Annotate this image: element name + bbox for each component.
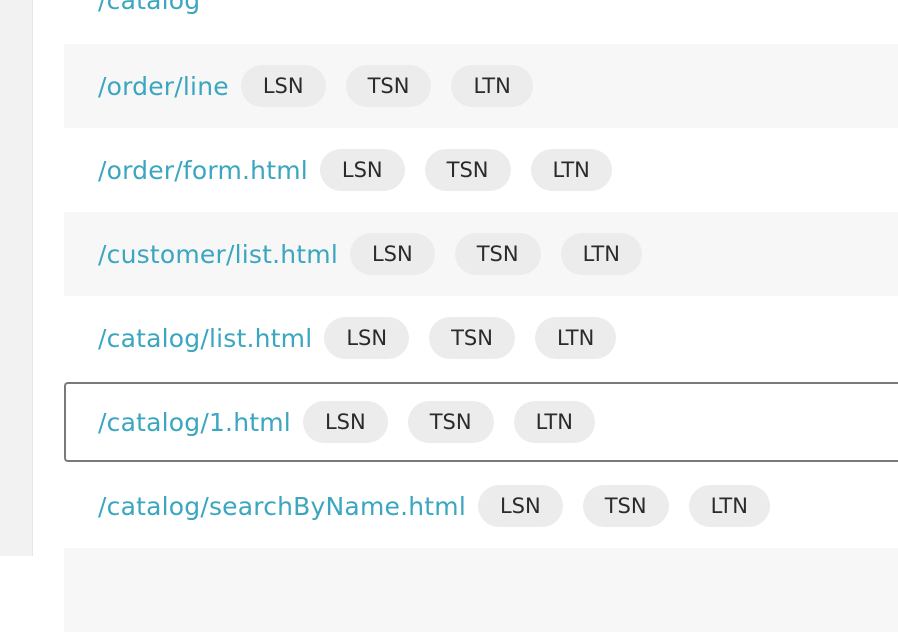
tag-badge[interactable]: LSN (324, 317, 410, 359)
left-gutter (0, 0, 33, 556)
list-item[interactable]: /catalog (64, 0, 898, 42)
tag-badge[interactable]: TSN (582, 485, 669, 527)
endpoint-path-link[interactable]: /catalog/list.html (98, 324, 312, 353)
tag-badge[interactable]: LTN (534, 317, 617, 359)
list-item[interactable]: /order/line LSN TSN LTN (64, 44, 898, 128)
list-item-selected[interactable]: /catalog/1.html LSN TSN LTN (64, 382, 898, 462)
endpoint-path-link[interactable]: /customer/list.html (98, 240, 338, 269)
endpoint-path-link[interactable]: /catalog (98, 0, 200, 15)
tag-badge[interactable]: LSN (302, 401, 388, 443)
endpoint-list: /catalog /order/line LSN TSN LTN /order/… (64, 0, 898, 632)
tag-badge[interactable]: TSN (424, 149, 511, 191)
tag-badge[interactable]: LTN (560, 233, 642, 275)
endpoint-path-link[interactable]: /order/form.html (98, 156, 308, 185)
tag-badge[interactable]: LSN (240, 65, 326, 107)
list-item[interactable]: /order/form.html LSN TSN LTN (64, 128, 898, 212)
tag-badge[interactable]: TSN (429, 317, 515, 359)
tag-badge[interactable]: TSN (454, 233, 541, 275)
tag-badge[interactable]: LSN (349, 233, 435, 275)
endpoint-path-link[interactable]: /catalog/searchByName.html (98, 492, 466, 521)
list-item[interactable]: /catalog/searchByName.html LSN TSN LTN (64, 464, 898, 548)
endpoint-path-link[interactable]: /order/line (98, 72, 229, 101)
tag-badge[interactable]: TSN (407, 401, 494, 443)
tag-badge[interactable]: TSN (345, 65, 432, 107)
tag-badge[interactable]: LSN (319, 149, 405, 191)
list-item[interactable]: /catalog/list.html LSN TSN LTN (64, 296, 898, 380)
endpoint-path-link[interactable]: /catalog/1.html (98, 408, 291, 437)
list-item[interactable] (64, 548, 898, 632)
tag-badge[interactable]: LTN (451, 65, 533, 107)
tag-badge[interactable]: LTN (513, 401, 595, 443)
tag-badge[interactable]: LTN (530, 149, 612, 191)
tag-badge[interactable]: LSN (477, 485, 563, 527)
list-item[interactable]: /customer/list.html LSN TSN LTN (64, 212, 898, 296)
tag-badge[interactable]: LTN (688, 485, 770, 527)
